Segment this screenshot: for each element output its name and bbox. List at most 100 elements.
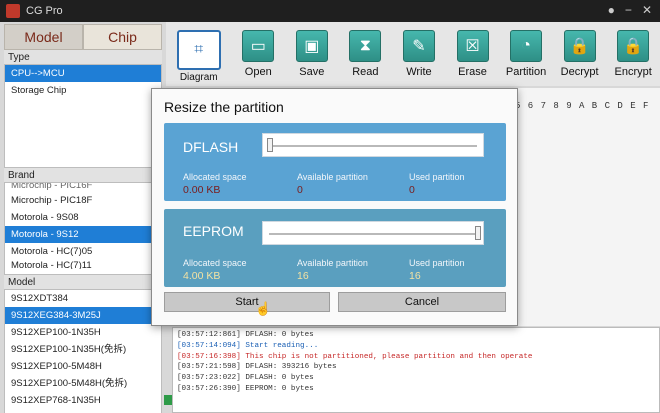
brand-list: Microchip - PIC16F Microchip - PIC18F Mo… — [4, 182, 162, 275]
cancel-button[interactable]: Cancel — [338, 292, 506, 312]
dflash-slider[interactable] — [262, 133, 484, 157]
decrypt-label: Decrypt — [560, 66, 599, 78]
partition-label: Partition — [505, 66, 547, 78]
allocated-stat: Allocated space 0.00 KB — [183, 172, 247, 196]
brand-label: Brand — [4, 168, 162, 182]
window-title: CG Pro — [26, 5, 63, 17]
allocated-label: Allocated space — [183, 172, 247, 182]
available-stat: Available partition 16 — [297, 258, 368, 282]
close-icon[interactable]: ✕ — [642, 3, 652, 17]
model-list: 9S12XDT384 9S12XEG384-3M25J 9S12XEP100-1… — [4, 289, 162, 413]
model-item[interactable]: 9S12XEP100-5M48H — [5, 358, 161, 375]
open-label: Open — [244, 66, 272, 78]
dflash-name: DFLASH — [183, 139, 239, 155]
model-item[interactable]: 9S12XEP100-1N35H(免拆) — [5, 341, 161, 358]
hex-column-header: 5 6 7 8 9 A B C D E F — [515, 101, 650, 111]
allocated-value: 0.00 KB — [183, 184, 221, 196]
partition-button[interactable]: ◔ Partition — [499, 22, 553, 86]
save-button[interactable]: ▣ Save — [285, 22, 339, 86]
toolbar: ⌗ Diagram ▭ Open ▣ Save ⧗ Read ✎ Write ☒… — [166, 22, 660, 86]
help-icon[interactable]: ● — [608, 3, 615, 17]
mouse-cursor-icon: ☝ — [255, 301, 272, 316]
brand-item[interactable]: Motorola - HC(7)05 — [5, 243, 161, 260]
encrypt-icon: 🔒 — [617, 30, 650, 62]
eeprom-panel: EEPROM Allocated space 4.00 KB Available… — [164, 209, 506, 287]
eeprom-slider[interactable] — [262, 221, 484, 245]
diagram-button[interactable]: ⌗ Diagram — [166, 22, 231, 86]
title-bar: CG Pro ● − ✕ — [0, 0, 660, 22]
brand-item[interactable]: Motorola - HC(7)11 — [5, 260, 161, 269]
slider-thumb[interactable] — [475, 226, 481, 240]
brand-item-selected[interactable]: Motorola - 9S12 — [5, 226, 161, 243]
write-button[interactable]: ✎ Write — [392, 22, 446, 86]
window-controls: ● − ✕ — [608, 3, 652, 17]
read-label: Read — [352, 66, 379, 78]
dialog-title: Resize the partition — [164, 99, 284, 115]
save-label: Save — [299, 66, 325, 78]
left-tabs: Model Chip — [4, 24, 162, 50]
minimize-icon[interactable]: − — [625, 3, 632, 17]
diagram-label: Diagram — [179, 72, 218, 83]
used-label: Used partition — [409, 172, 465, 182]
log-line-error: [03:57:16:398] This chip is not partitio… — [177, 352, 533, 361]
encrypt-button[interactable]: 🔒 Encrypt — [606, 22, 660, 86]
read-icon: ⧗ — [349, 30, 382, 62]
encrypt-label: Encrypt — [614, 66, 652, 78]
log-panel: [03:57:12:861] DFLASH: 0 bytes [03:57:14… — [172, 327, 660, 413]
brand-item[interactable]: Microchip - PIC18F — [5, 192, 161, 209]
model-item[interactable]: 9S12XDT384 — [5, 290, 161, 307]
open-icon: ▭ — [242, 30, 275, 62]
log-line: [03:57:26:390] EEPROM: 0 bytes — [177, 384, 314, 393]
dflash-panel: DFLASH Allocated space 0.00 KB Available… — [164, 123, 506, 201]
save-icon: ▣ — [295, 30, 328, 62]
decrypt-icon: 🔒 — [563, 30, 596, 62]
available-label: Available partition — [297, 258, 368, 268]
brand-item[interactable]: Motorola - 9S08 — [5, 209, 161, 226]
available-value: 0 — [297, 184, 303, 196]
app-logo-icon — [6, 4, 20, 18]
used-value: 0 — [409, 184, 415, 196]
used-value: 16 — [409, 270, 421, 282]
erase-label: Erase — [458, 66, 487, 78]
model-label: Model — [4, 275, 162, 289]
read-button[interactable]: ⧗ Read — [339, 22, 393, 86]
diagram-icon: ⌗ — [176, 30, 221, 70]
allocated-label: Allocated space — [183, 258, 247, 268]
model-item[interactable]: 9S12XEP768-1N35H — [5, 392, 161, 409]
available-label: Available partition — [297, 172, 368, 182]
type-label: Type — [4, 50, 162, 64]
slider-track — [269, 233, 477, 235]
allocated-value: 4.00 KB — [183, 270, 221, 282]
open-button[interactable]: ▭ Open — [231, 22, 285, 86]
erase-icon: ☒ — [456, 30, 489, 62]
model-item-selected[interactable]: 9S12XEG384-3M25J — [5, 307, 161, 324]
write-icon: ✎ — [402, 30, 435, 62]
slider-thumb[interactable] — [267, 138, 273, 152]
status-indicator — [164, 395, 172, 405]
model-item[interactable]: 9S12XEP100-5M48H(免拆) — [5, 375, 161, 392]
type-item-cpu-mcu[interactable]: CPU-->MCU — [5, 65, 161, 82]
left-panel: Model Chip Type CPU-->MCU Storage Chip B… — [4, 24, 162, 413]
start-button[interactable]: Start — [164, 292, 330, 312]
used-stat: Used partition 16 — [409, 258, 465, 282]
model-item[interactable]: 9S12XEP100-1N35H — [5, 324, 161, 341]
write-label: Write — [406, 66, 432, 78]
slider-track — [269, 145, 477, 147]
log-line: [03:57:14:094] Start reading... — [177, 341, 319, 350]
used-label: Used partition — [409, 258, 465, 268]
decrypt-button[interactable]: 🔒 Decrypt — [553, 22, 607, 86]
brand-item[interactable]: Microchip - PIC16F — [5, 183, 161, 192]
resize-partition-dialog: Resize the partition DFLASH Allocated sp… — [151, 88, 518, 326]
erase-button[interactable]: ☒ Erase — [446, 22, 500, 86]
eeprom-name: EEPROM — [183, 223, 244, 239]
used-stat: Used partition 0 — [409, 172, 465, 196]
type-item-storage-chip[interactable]: Storage Chip — [5, 82, 161, 99]
available-stat: Available partition 0 — [297, 172, 368, 196]
allocated-stat: Allocated space 4.00 KB — [183, 258, 247, 282]
log-line: [03:57:12:861] DFLASH: 0 bytes — [177, 331, 314, 339]
type-list: CPU-->MCU Storage Chip — [4, 64, 162, 168]
log-line: [03:57:23:022] DFLASH: 0 bytes — [177, 374, 314, 383]
partition-icon: ◔ — [510, 30, 543, 62]
tab-model[interactable]: Model — [4, 24, 83, 50]
tab-chip[interactable]: Chip — [83, 24, 162, 50]
